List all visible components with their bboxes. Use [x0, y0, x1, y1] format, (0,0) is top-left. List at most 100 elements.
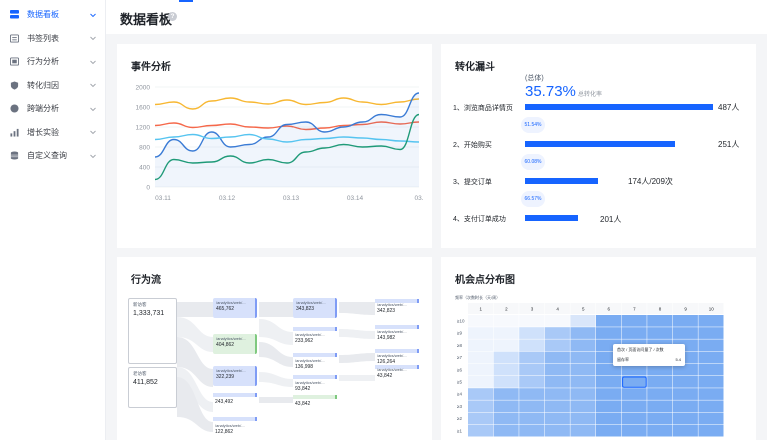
heatmap-cell[interactable] [468, 327, 494, 339]
heatmap-cell[interactable] [519, 339, 545, 352]
flow-node[interactable]: 43,842 [295, 400, 310, 407]
heatmap-cell[interactable] [647, 424, 673, 437]
heatmap-cell[interactable] [570, 412, 596, 425]
flow-node[interactable]: /analytics/web/... 342,823 [377, 302, 407, 314]
heatmap-cell[interactable] [468, 424, 494, 437]
heatmap-cell[interactable] [570, 363, 596, 376]
heatmap-cell[interactable] [468, 351, 494, 364]
funnel-bar[interactable] [525, 178, 599, 184]
help-icon[interactable]: ? [168, 12, 177, 21]
flow-node-bar[interactable] [293, 353, 337, 357]
heatmap-cell[interactable] [519, 376, 545, 388]
heatmap-cell[interactable] [493, 376, 519, 388]
heatmap-cell[interactable] [570, 327, 596, 339]
flow-node[interactable]: /analytics/web/... 322,239 [213, 366, 257, 386]
heatmap-cell[interactable] [519, 400, 545, 413]
heatmap-cell[interactable] [570, 351, 596, 364]
funnel-bar[interactable] [525, 104, 713, 110]
heatmap-cell[interactable] [468, 363, 494, 376]
heatmap-cell[interactable] [698, 424, 724, 437]
heatmap-cell[interactable] [698, 351, 724, 364]
heatmap-cell[interactable] [493, 339, 519, 352]
heatmap-cell[interactable] [672, 412, 698, 425]
heatmap-cell[interactable] [647, 412, 673, 425]
heatmap-cell[interactable] [544, 376, 570, 388]
heatmap-cell[interactable] [621, 327, 647, 339]
heatmap-cell[interactable] [570, 315, 596, 327]
heatmap-cell[interactable] [493, 400, 519, 413]
heatmap-cell[interactable] [570, 400, 596, 413]
heatmap-cell[interactable] [468, 388, 494, 400]
heatmap-cell[interactable] [544, 327, 570, 339]
heatmap-cell[interactable] [519, 388, 545, 400]
heatmap-cell[interactable] [698, 376, 724, 388]
heatmap-cell[interactable] [544, 363, 570, 376]
heatmap-cell[interactable] [544, 412, 570, 425]
heatmap-cell[interactable] [570, 376, 596, 388]
heatmap-cell[interactable] [621, 412, 647, 425]
heatmap-cell[interactable] [621, 376, 647, 388]
flow-node[interactable]: /analytics/web/... 122,862 [215, 423, 245, 435]
heatmap-cell[interactable] [621, 315, 647, 327]
heatmap-cell[interactable] [647, 388, 673, 400]
heatmap-cell[interactable] [647, 400, 673, 413]
opportunity-heatmap[interactable]: 频率（次数）时长（天/周）1 2 3 4 5 6 7 8 9 10≥10≥9≥8≥7≥6≥5≥4≥… [441, 257, 756, 440]
heatmap-cell[interactable] [672, 424, 698, 437]
heatmap-cell[interactable] [647, 315, 673, 327]
heatmap-cell[interactable] [493, 424, 519, 437]
flow-node[interactable]: /analytics/web/... 143,982 [377, 329, 407, 341]
heatmap-cell[interactable] [468, 412, 494, 425]
heatmap-cell[interactable] [493, 315, 519, 327]
heatmap-cell[interactable] [468, 400, 494, 413]
heatmap-cell[interactable] [596, 424, 622, 437]
flow-node[interactable]: /analytics/web/... 93,842 [295, 380, 325, 392]
heatmap-cell[interactable] [544, 400, 570, 413]
heatmap-cell[interactable] [698, 388, 724, 400]
heatmap-cell[interactable] [544, 351, 570, 364]
heatmap-cell[interactable] [596, 412, 622, 425]
heatmap-cell[interactable] [596, 327, 622, 339]
flow-node[interactable]: /analytics/web/... 404,862 [213, 334, 257, 354]
heatmap-cell[interactable] [698, 327, 724, 339]
heatmap-cell[interactable] [570, 424, 596, 437]
heatmap-cell[interactable] [519, 363, 545, 376]
flow-source-node[interactable]: 新访客 1,333,731 [128, 298, 177, 364]
heatmap-cell[interactable] [493, 363, 519, 376]
heatmap-cell[interactable] [544, 339, 570, 352]
flow-node[interactable]: /analytics/web/... 136,998 [295, 358, 325, 370]
flow-node[interactable]: /analytics/web/... 465,762 [213, 298, 257, 318]
heatmap-cell[interactable] [519, 315, 545, 327]
flow-node[interactable]: /analytics/web/... 43,842 [377, 367, 407, 379]
heatmap-cell[interactable] [647, 327, 673, 339]
heatmap-cell[interactable] [519, 424, 545, 437]
flow-node-bar[interactable] [293, 375, 337, 379]
heatmap-cell[interactable] [519, 412, 545, 425]
heatmap-cell[interactable] [519, 327, 545, 339]
heatmap-cell[interactable] [698, 412, 724, 425]
flow-node[interactable]: /analytics/web/... 233,962 [295, 332, 325, 344]
heatmap-cell[interactable] [570, 339, 596, 352]
heatmap-cell[interactable] [544, 388, 570, 400]
flow-node[interactable]: /analytics/web/... 343,823 [293, 298, 337, 318]
heatmap-cell[interactable] [698, 339, 724, 352]
sidebar-item-attribution[interactable]: 转化归因 [0, 74, 105, 98]
sidebar-item-bookmarks[interactable]: 书签列表 [0, 27, 105, 51]
sidebar-item-custom-query[interactable]: 自定义查询 [0, 144, 105, 168]
heatmap-cell[interactable] [621, 388, 647, 400]
heatmap-cell[interactable] [596, 315, 622, 327]
heatmap-cell[interactable] [493, 388, 519, 400]
heatmap-cell[interactable] [493, 327, 519, 339]
heatmap-cell[interactable] [698, 400, 724, 413]
heatmap-cell[interactable] [698, 315, 724, 327]
sidebar-item-growth-experiment[interactable]: 增长实验 [0, 121, 105, 145]
heatmap-cell[interactable] [468, 315, 494, 327]
heatmap-cell[interactable] [672, 376, 698, 388]
heatmap-cell[interactable] [519, 351, 545, 364]
funnel-bar[interactable] [525, 215, 578, 221]
heatmap-cell[interactable] [596, 376, 622, 388]
heatmap-cell[interactable] [493, 412, 519, 425]
flow-node-bar[interactable] [293, 327, 337, 331]
sidebar-item-dashboard[interactable]: 数据看板 [0, 3, 105, 27]
heatmap-cell[interactable] [672, 315, 698, 327]
heatmap-cell[interactable] [621, 424, 647, 437]
